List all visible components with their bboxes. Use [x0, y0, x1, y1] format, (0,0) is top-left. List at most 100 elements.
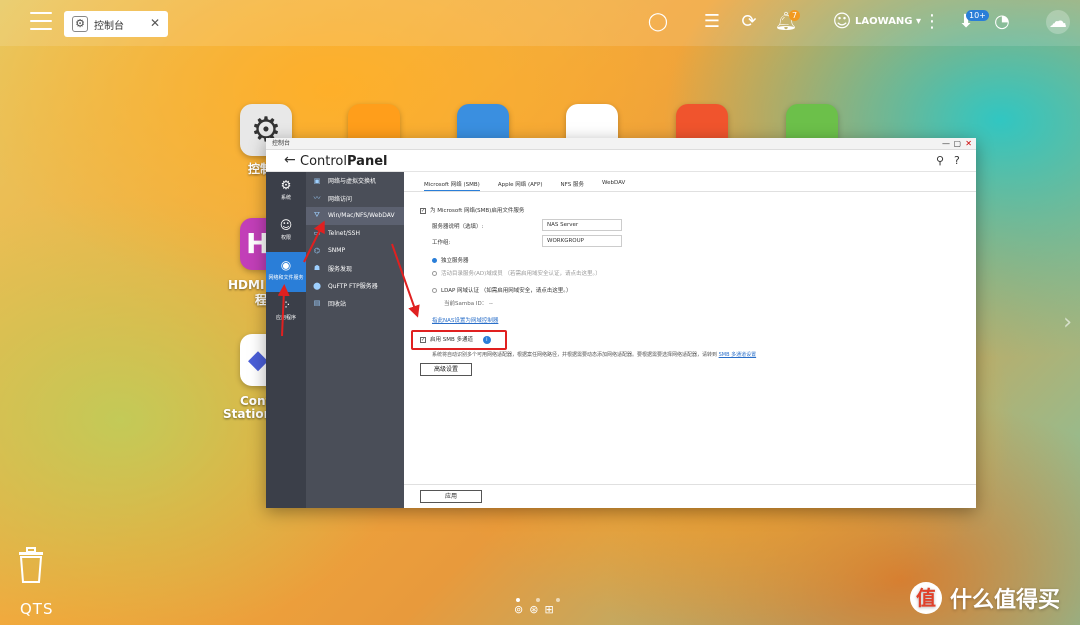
- search-icon[interactable]: ◯: [646, 10, 670, 34]
- nav2-recycle-bin[interactable]: ▤ 回收站: [306, 295, 404, 313]
- standalone-label: 独立服务器: [441, 258, 469, 264]
- apps-icon: ⁘: [280, 298, 292, 312]
- gear-icon: ⚙: [72, 16, 88, 32]
- standalone-radio[interactable]: [432, 258, 437, 263]
- next-page-icon[interactable]: ›: [1063, 310, 1072, 335]
- nav2-ftp[interactable]: ⬤ QuFTP FTP服务器: [306, 277, 404, 295]
- gear-icon: ⚙: [280, 178, 292, 192]
- folders-icon: ⛛: [314, 211, 320, 220]
- control-panel-window: 控制台 — ▢ ✕ ← ControlPanel ⚲ ? ⚙ 系统 ☺ 权限 ◉ 网络…: [266, 138, 976, 508]
- advanced-settings-button[interactable]: 高级设置: [420, 363, 472, 376]
- ftp-icon: ⬤: [313, 281, 321, 290]
- window-header: ← ControlPanel ⚲ ?: [266, 150, 976, 172]
- nav-system-label: 系统: [280, 195, 291, 201]
- workgroup-label: 工作组:: [432, 240, 451, 246]
- search-icon[interactable]: ⚲: [936, 154, 944, 167]
- enable-smb-checkbox[interactable]: ✓: [420, 207, 426, 214]
- nav-network-file-services[interactable]: ◉ 网络和文件服务: [266, 252, 306, 292]
- ad-member-label: 活动目录服务(AD)域成员 （若需启用域安全认证，请点击这里。）: [441, 271, 601, 277]
- nav2-telnet-ssh[interactable]: ▭ Telnet/SSH: [306, 225, 404, 243]
- title-light: Control: [300, 154, 347, 169]
- samba-id-label: 当前Samba ID：: [444, 301, 488, 307]
- minimize-icon[interactable]: —: [942, 138, 950, 150]
- ldap-row[interactable]: LDAP 网域认证 （如需启用网域安全，请点击这里。）: [432, 286, 572, 294]
- smb-settings-panel: Microsoft 网络 (SMB) Apple 网络 (AFP) NFS 服务…: [404, 172, 976, 508]
- page-dot-1[interactable]: [516, 598, 520, 602]
- recycle-icon: ▤: [313, 299, 321, 308]
- notification-badge: 7: [789, 10, 801, 21]
- multichannel-settings-link[interactable]: SMB 多通道设置: [719, 352, 757, 358]
- page-dot-3[interactable]: [556, 598, 560, 602]
- standalone-row[interactable]: 独立服务器: [432, 256, 469, 264]
- close-tab-icon[interactable]: ✕: [150, 16, 160, 30]
- more-icon[interactable]: ⋮: [920, 10, 944, 34]
- nav2-label: 网络访问: [328, 195, 353, 203]
- nav-system[interactable]: ⚙ 系统: [266, 172, 306, 212]
- tab-divider: [404, 191, 976, 192]
- nav2-label: SNMP: [328, 247, 346, 255]
- sync-icon[interactable]: ⟳: [737, 10, 761, 34]
- multichannel-checkbox[interactable]: ✓: [420, 336, 426, 343]
- page-dot-2[interactable]: [536, 598, 540, 602]
- enable-smb-label: 为 Microsoft 网络(SMB)启用文件服务: [430, 208, 525, 214]
- watermark-text: 什么值得买: [950, 588, 1061, 613]
- dashboard-icon[interactable]: ◔: [990, 10, 1014, 34]
- contact-app-label-2: Station: [223, 407, 273, 421]
- secondary-nav: ▣ 网络与虚拟交换机 〰网络访问 ⛛ Win/Mac/NFS/WebDAV ▭ Tel…: [306, 172, 404, 508]
- quick-icon-2[interactable]: ⊛: [529, 603, 544, 616]
- workgroup-input[interactable]: WORKGROUP: [542, 235, 622, 247]
- server-desc-input[interactable]: NAS Server: [542, 219, 622, 231]
- enable-smb-row[interactable]: ✓ 为 Microsoft 网络(SMB)启用文件服务: [420, 206, 524, 214]
- quick-icon-1[interactable]: ⊚: [514, 603, 529, 616]
- nav2-switch[interactable]: ▣ 网络与虚拟交换机: [306, 172, 404, 190]
- footer-divider: [404, 484, 976, 485]
- help-icon[interactable]: ?: [954, 154, 960, 167]
- ldap-radio[interactable]: [432, 288, 437, 293]
- nav2-network-access[interactable]: 〰网络访问: [306, 190, 404, 208]
- user-icon[interactable]: ☺: [830, 10, 854, 34]
- maximize-icon[interactable]: ▢: [953, 138, 961, 150]
- nav-applications[interactable]: ⁘ 应用程序: [266, 292, 306, 332]
- apply-button[interactable]: 应用: [420, 490, 482, 503]
- multichannel-description: 系统将自动识别多个可用网络适配器，根据案任网络路径，并根据需要动态添加网络适配器…: [432, 351, 756, 358]
- ldap-label: LDAP 网域认证 （如需启用网域安全，请点击这里。）: [441, 288, 572, 294]
- network-access-icon: 〰: [313, 194, 321, 203]
- nav2-label: Telnet/SSH: [328, 229, 361, 237]
- page-title: ControlPanel: [300, 154, 387, 169]
- nav-permissions[interactable]: ☺ 权限: [266, 212, 306, 252]
- ad-member-radio[interactable]: [432, 271, 437, 276]
- update-badge: 10+: [966, 10, 989, 21]
- window-titlebar: 控制台 — ▢ ✕: [266, 138, 976, 150]
- watermark-logo: 值: [910, 582, 942, 614]
- tasks-icon[interactable]: ☰: [700, 10, 724, 34]
- back-arrow-icon[interactable]: ←: [284, 152, 296, 168]
- multichannel-desc-text: 系统将自动识别多个可用网络适配器，根据案任网络路径，并根据需要动态添加网络适配器…: [432, 352, 718, 358]
- nav2-snmp[interactable]: ⌬ SNMP: [306, 242, 404, 260]
- quick-icon-3[interactable]: ⊞: [544, 603, 559, 616]
- nav2-label: 网络与虚拟交换机: [328, 178, 377, 186]
- window-title: 控制台: [272, 140, 291, 147]
- trash-icon[interactable]: [16, 546, 46, 584]
- nav2-label: 回收站: [328, 300, 347, 308]
- snmp-icon: ⌬: [313, 246, 321, 255]
- samba-id-row: 当前Samba ID： --: [444, 299, 493, 307]
- user-icon: ☺: [279, 218, 293, 232]
- cloud-icon[interactable]: ☁: [1046, 10, 1070, 34]
- nav2-service-discovery[interactable]: ☗ 服务发现: [306, 260, 404, 278]
- server-desc-label: 服务器说明（选填）:: [432, 224, 484, 230]
- network-icon: ◉: [280, 258, 292, 272]
- watermark: 值 什么值得买: [910, 582, 1060, 614]
- tab-control-panel[interactable]: ⚙ 控制台 ✕: [64, 11, 168, 37]
- terminal-icon: ▭: [313, 229, 321, 238]
- primary-nav: ⚙ 系统 ☺ 权限 ◉ 网络和文件服务 ⁘ 应用程序: [266, 172, 306, 508]
- nav-apps-label: 应用程序: [275, 315, 296, 321]
- close-window-icon[interactable]: ✕: [965, 138, 972, 150]
- multichannel-row[interactable]: ✓ 启用 SMB 多通道 i: [420, 335, 491, 344]
- nav2-win-mac-nfs[interactable]: ⛛ Win/Mac/NFS/WebDAV: [306, 207, 404, 225]
- user-name[interactable]: LAOWANG ▾: [855, 16, 921, 27]
- nav-permissions-label: 权限: [280, 235, 291, 241]
- ad-member-row[interactable]: 活动目录服务(AD)域成员 （若需启用域安全认证，请点击这里。）: [432, 269, 601, 277]
- info-icon[interactable]: i: [482, 336, 491, 344]
- domain-controller-link[interactable]: 指此NAS设置为网域控制器: [432, 316, 498, 324]
- menu-icon[interactable]: [30, 12, 52, 32]
